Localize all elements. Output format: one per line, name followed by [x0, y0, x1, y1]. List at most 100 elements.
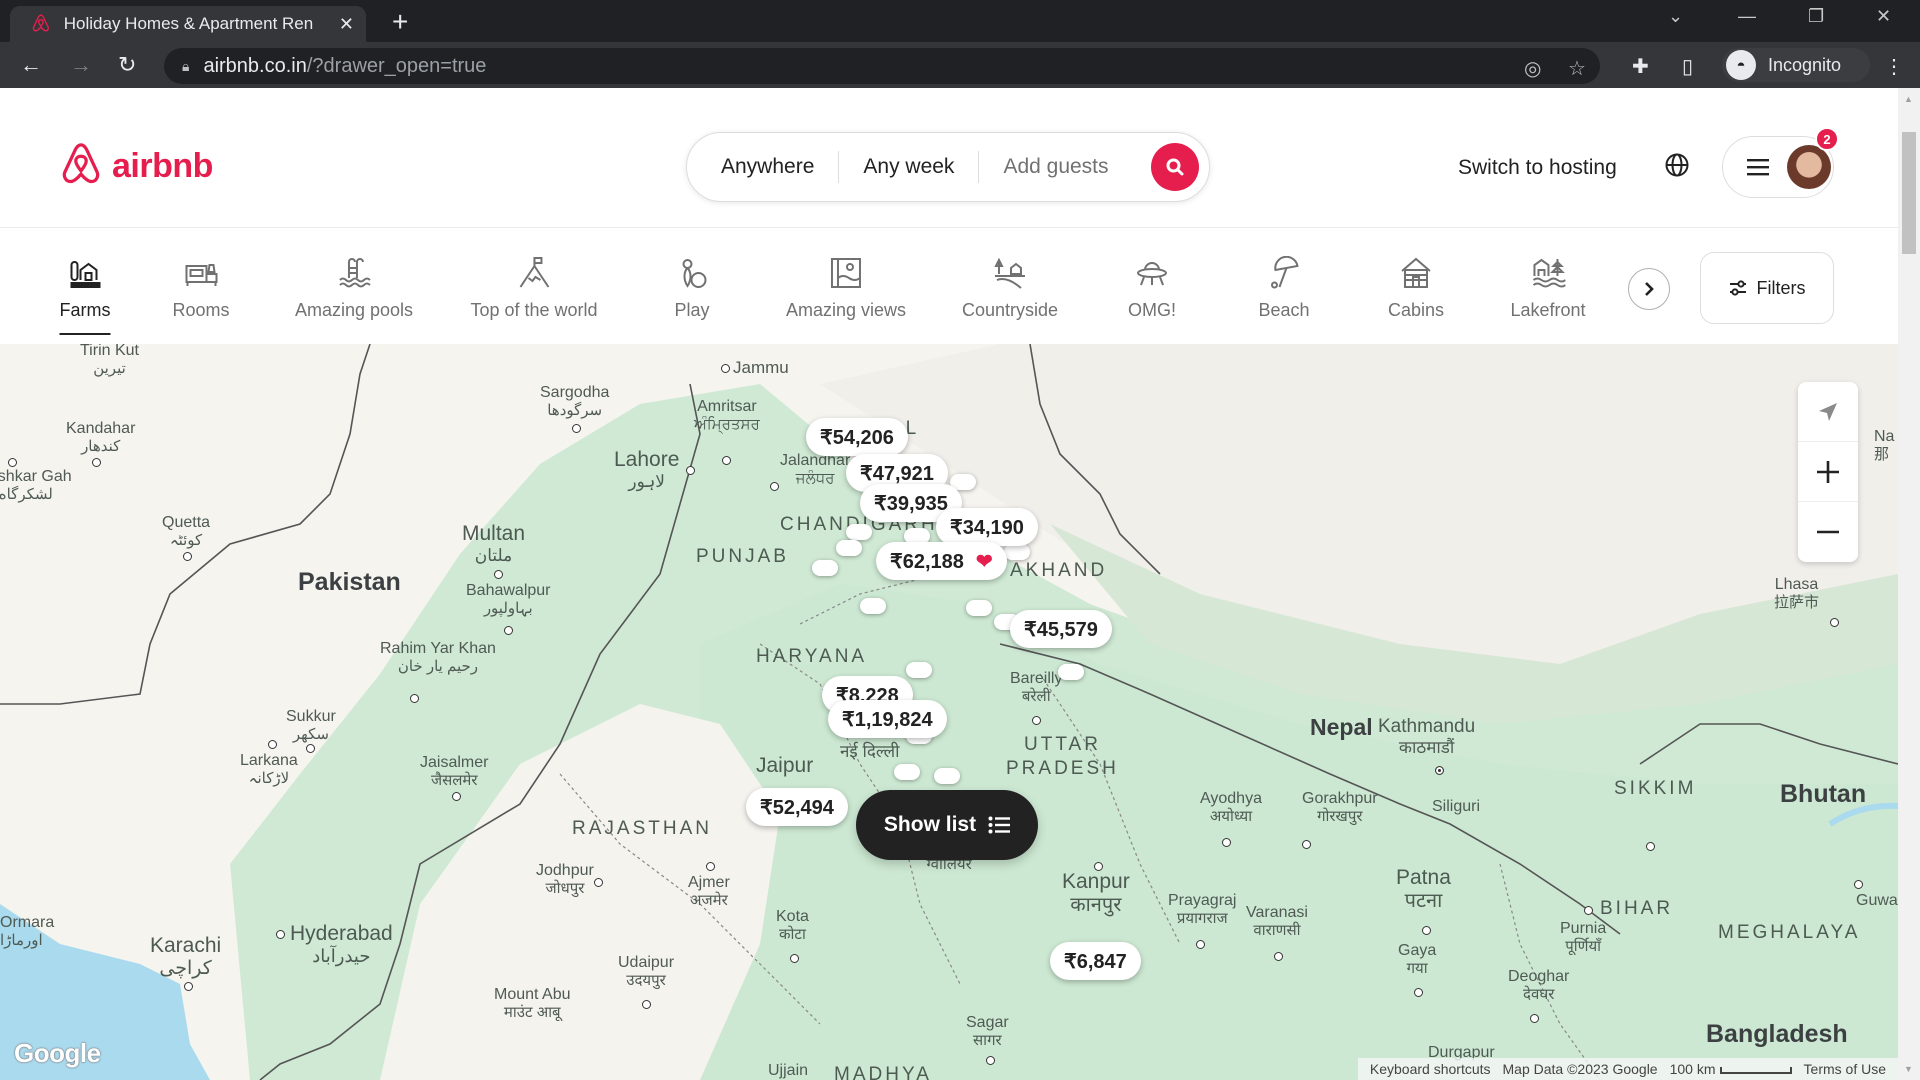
map-listing-marker-small[interactable]	[934, 768, 960, 784]
minimize-window-button[interactable]: —	[1738, 6, 1756, 27]
map-label-city: Jammu	[733, 358, 789, 377]
filters-button[interactable]: Filters	[1700, 252, 1834, 324]
map-price-pin[interactable]: ₹6,847	[1050, 942, 1141, 980]
incognito-profile-button[interactable]: ◓ Incognito	[1722, 48, 1870, 82]
map-city-dot	[722, 456, 731, 465]
umbrella-icon	[1270, 256, 1299, 289]
map-listing-marker-small[interactable]	[894, 764, 920, 780]
tab-title: Holiday Homes & Apartment Ren	[63, 14, 314, 33]
ufo-icon	[1137, 262, 1167, 286]
map-label-city: Lahore لاہور	[614, 448, 680, 492]
zoom-out-button[interactable]	[1798, 502, 1858, 562]
reload-icon[interactable]: ↻	[118, 52, 136, 78]
extensions-puzzle-icon[interactable]: ✚	[1632, 54, 1649, 79]
map-price-pin[interactable]: ₹45,579	[1010, 610, 1112, 648]
new-tab-button[interactable]: +	[392, 8, 408, 36]
map-price-pin[interactable]: ₹54,206	[806, 418, 908, 456]
browser-tab-active[interactable]: Holiday Homes & Apartment Ren ✕	[10, 6, 366, 42]
view-frame-icon	[830, 258, 861, 288]
search-submit-button[interactable]	[1151, 143, 1199, 191]
address-bar[interactable]: 🔒︎ airbnb.co.in /?drawer_open=true ◎ ☆	[164, 48, 1600, 84]
category-top-of-the-world[interactable]: Top of the world	[470, 256, 598, 321]
map-price-pin[interactable]: ₹1,19,824	[828, 700, 947, 738]
map-label-city: Sagar सागर	[966, 1014, 1009, 1050]
google-logo: Google	[14, 1038, 101, 1068]
category-lakefront[interactable]: Lakefront	[1510, 256, 1586, 321]
category-label: Amazing views	[785, 300, 907, 320]
location-arrow-icon	[1819, 402, 1837, 421]
category-amazing-views[interactable]: Amazing views	[786, 256, 906, 321]
category-beach[interactable]: Beach	[1258, 256, 1310, 321]
listings-map[interactable]: Tirin Kutتیرین Kandaharکندهار Lashkar Ga…	[0, 344, 1898, 1080]
close-tab-icon[interactable]: ✕	[339, 14, 354, 35]
map-listing-marker-small[interactable]	[846, 524, 872, 540]
search-bar[interactable]: Anywhere Any week Add guests	[686, 132, 1210, 202]
map-listing-marker-small[interactable]	[836, 540, 862, 556]
my-location-button[interactable]	[1798, 382, 1858, 442]
map-price-pin-favorite[interactable]: ₹62,188 ❤	[876, 542, 1007, 580]
zoom-in-button[interactable]	[1798, 442, 1858, 502]
airbnb-logo[interactable]: airbnb	[58, 142, 213, 190]
cabin-icon	[1401, 257, 1431, 288]
page-scrollbar[interactable]: ▲ ▼	[1898, 88, 1920, 1080]
close-window-button[interactable]: ✕	[1876, 6, 1891, 27]
map-capital-dot	[1435, 766, 1444, 775]
map-label-state: MEGHALAYA	[1718, 922, 1861, 943]
globe-icon	[1665, 153, 1689, 177]
search-guests-button[interactable]: Add guests	[979, 155, 1132, 179]
map-listing-marker-small[interactable]	[906, 662, 932, 678]
tab-search-chevron-icon[interactable]: ⌄	[1668, 6, 1683, 27]
map-label-city: Sargodha سرگودھا	[540, 384, 610, 420]
map-listing-marker-small[interactable]	[1004, 544, 1030, 560]
map-listing-marker-small[interactable]	[812, 560, 838, 576]
map-label-country: Pakistan	[298, 568, 401, 596]
category-play[interactable]: Play	[674, 256, 710, 321]
map-label-city: Prayagraj प्रयागराज	[1168, 892, 1237, 928]
browser-menu-kebab-icon[interactable]: ⋮	[1884, 54, 1904, 79]
lock-icon: 🔒︎	[182, 57, 190, 74]
user-menu-button[interactable]: 2	[1722, 127, 1839, 198]
search-dates-button[interactable]: Any week	[839, 155, 978, 179]
scroll-down-arrow-icon[interactable]: ▼	[1904, 1064, 1913, 1074]
keyboard-shortcuts-link[interactable]: Keyboard shortcuts	[1370, 1061, 1491, 1077]
map-label-city: Gaya गया	[1398, 942, 1437, 978]
map-price-pin[interactable]: ₹52,494	[746, 788, 848, 826]
filters-sliders-icon	[1729, 280, 1746, 296]
restore-window-button[interactable]: ❐	[1808, 6, 1824, 27]
side-panel-icon[interactable]: ▯	[1682, 54, 1693, 79]
incognito-label: Incognito	[1768, 54, 1842, 75]
map-listing-marker-small[interactable]	[966, 600, 992, 616]
language-globe-button[interactable]	[1664, 152, 1690, 183]
map-label-state: RAJASTHAN	[572, 818, 712, 839]
category-farms[interactable]: Farms	[59, 256, 111, 335]
category-scroll-next-button[interactable]	[1628, 268, 1670, 310]
search-location-button[interactable]: Anywhere	[687, 155, 838, 179]
notification-badge: 2	[1815, 127, 1839, 151]
map-listing-marker-small[interactable]	[860, 598, 886, 614]
map-city-dot	[504, 626, 513, 635]
map-price-pin[interactable]: ₹34,190	[936, 508, 1038, 546]
switch-to-hosting-link[interactable]: Switch to hosting	[1458, 156, 1617, 180]
bookmark-star-icon[interactable]: ☆	[1568, 56, 1586, 81]
category-rooms[interactable]: Rooms	[172, 256, 230, 321]
category-cabins[interactable]: Cabins	[1388, 256, 1444, 321]
map-label-city: Hyderabad حیدرآباد	[290, 922, 393, 967]
tracking-blocked-eye-icon[interactable]: ◎	[1524, 56, 1541, 81]
scroll-up-arrow-icon[interactable]: ▲	[1904, 94, 1913, 104]
category-amazing-pools[interactable]: Amazing pools	[295, 256, 413, 321]
map-label-city: Kanpur कानपुर	[1062, 870, 1130, 917]
map-listing-marker-small[interactable]	[1058, 664, 1084, 680]
map-label-city: Guwahati	[1856, 892, 1898, 909]
forward-arrow-icon[interactable]: →	[70, 52, 92, 78]
map-label-city: Varanasi वाराणसी	[1246, 904, 1308, 940]
back-arrow-icon[interactable]: ←	[20, 52, 42, 78]
category-countryside[interactable]: Countryside	[962, 256, 1058, 321]
show-list-button[interactable]: Show list	[856, 790, 1038, 860]
map-label-city: Jaipur	[756, 754, 814, 777]
map-label-city: Sukkur سکھر	[286, 708, 336, 744]
terms-of-use-link[interactable]: Terms of Use	[1804, 1061, 1886, 1077]
category-omg[interactable]: OMG!	[1128, 256, 1176, 321]
favorite-heart-icon: ❤	[975, 550, 993, 573]
scrollbar-thumb[interactable]	[1902, 132, 1916, 254]
category-label: Amazing pools	[294, 300, 414, 320]
